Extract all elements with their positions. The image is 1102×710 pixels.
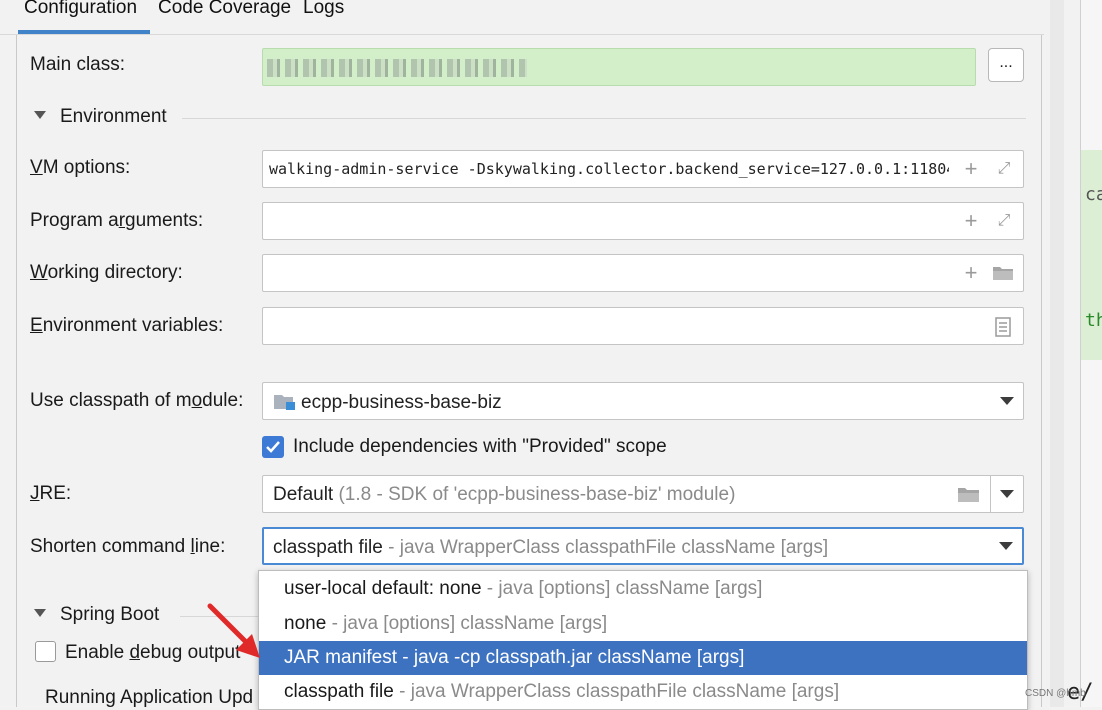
editor-strip: ca th e/ — [1067, 0, 1102, 707]
spring-boot-title: Spring Boot — [60, 604, 160, 625]
working-directory-field[interactable]: + — [262, 254, 1024, 292]
shorten-command-line-label: Shorten command line: — [30, 536, 226, 557]
working-directory-label: Working directory: — [30, 262, 183, 283]
chevron-down-icon — [999, 542, 1013, 550]
vm-options-field[interactable]: walking-admin-service -Dskywalking.colle… — [262, 150, 1024, 188]
shorten-command-line-select[interactable]: classpath file - java WrapperClass class… — [262, 527, 1024, 565]
tab-configuration[interactable]: Configuration — [24, 0, 137, 19]
environment-variables-field[interactable] — [262, 307, 1024, 345]
red-arrow-annotation — [207, 603, 260, 658]
include-dependencies-label: Include dependencies with "Provided" sco… — [293, 436, 667, 457]
option-none[interactable]: none - java [options] className [args] — [259, 607, 1027, 641]
program-arguments-field[interactable]: + ⤢ — [262, 202, 1024, 240]
add-icon[interactable]: + — [960, 262, 982, 284]
option-jar-manifest[interactable]: JAR manifest - java -cp classpath.jar cl… — [259, 641, 1027, 675]
jre-select[interactable]: Default (1.8 - SDK of 'ecpp-business-bas… — [262, 475, 1024, 513]
jre-label: JRE: — [30, 483, 72, 504]
classpath-module-value: ecpp-business-base-biz — [301, 392, 502, 413]
main-class-label: Main class: — [30, 54, 126, 75]
tab-code-coverage[interactable]: Code Coverage — [158, 0, 291, 19]
jre-value: Default (1.8 - SDK of 'ecpp-business-bas… — [273, 484, 736, 505]
folder-icon[interactable] — [992, 265, 1014, 281]
option-user-local-default[interactable]: user-local default: none - java [options… — [259, 572, 1027, 606]
editor-fragment: ca — [1085, 184, 1102, 205]
spring-boot-section-header[interactable]: Spring Boot — [34, 604, 159, 626]
enable-debug-checkbox[interactable] — [35, 641, 56, 662]
environment-title: Environment — [60, 106, 167, 127]
environment-separator — [182, 118, 1026, 119]
editor-fragment: th — [1085, 310, 1102, 331]
program-arguments-label: Program arguments: — [30, 210, 204, 231]
folder-icon[interactable] — [957, 486, 981, 504]
add-icon[interactable]: + — [960, 210, 982, 232]
vertical-scrollbar[interactable] — [1050, 0, 1064, 707]
environment-variables-label: Environment variables: — [30, 315, 224, 336]
checkmark-icon — [266, 441, 280, 453]
chevron-down-icon[interactable] — [1000, 490, 1014, 498]
watermark: CSDN @hmb — [1025, 688, 1086, 699]
include-dependencies-checkbox[interactable] — [262, 436, 284, 458]
add-icon[interactable]: + — [960, 158, 982, 180]
module-icon — [273, 392, 297, 412]
expand-icon[interactable]: ⤢ — [993, 158, 1015, 180]
shorten-command-line-popup: user-local default: none - java [options… — [258, 570, 1028, 710]
vm-options-label: VM options: — [30, 157, 131, 178]
shorten-command-line-value: classpath file - java WrapperClass class… — [273, 537, 829, 558]
collapse-triangle-icon — [34, 609, 46, 617]
main-class-browse-button[interactable]: ... — [988, 48, 1024, 82]
expand-icon[interactable]: ⤢ — [993, 210, 1015, 232]
option-classpath-file[interactable]: classpath file - java WrapperClass class… — [259, 675, 1027, 709]
edit-list-icon[interactable] — [995, 317, 1011, 337]
main-class-field[interactable] — [262, 48, 976, 86]
classpath-module-select[interactable]: ecpp-business-base-biz — [262, 382, 1024, 420]
blurred-class-name — [267, 59, 527, 77]
vm-options-value: walking-admin-service -Dskywalking.colle… — [269, 160, 949, 178]
tab-logs[interactable]: Logs — [303, 0, 344, 19]
collapse-triangle-icon — [34, 111, 46, 119]
running-application-update-label: Running Application Upd — [45, 687, 254, 708]
environment-section-header[interactable]: Environment — [34, 106, 167, 128]
jre-divider — [990, 476, 991, 512]
chevron-down-icon — [1000, 397, 1014, 405]
classpath-module-label: Use classpath of module: — [30, 390, 244, 411]
